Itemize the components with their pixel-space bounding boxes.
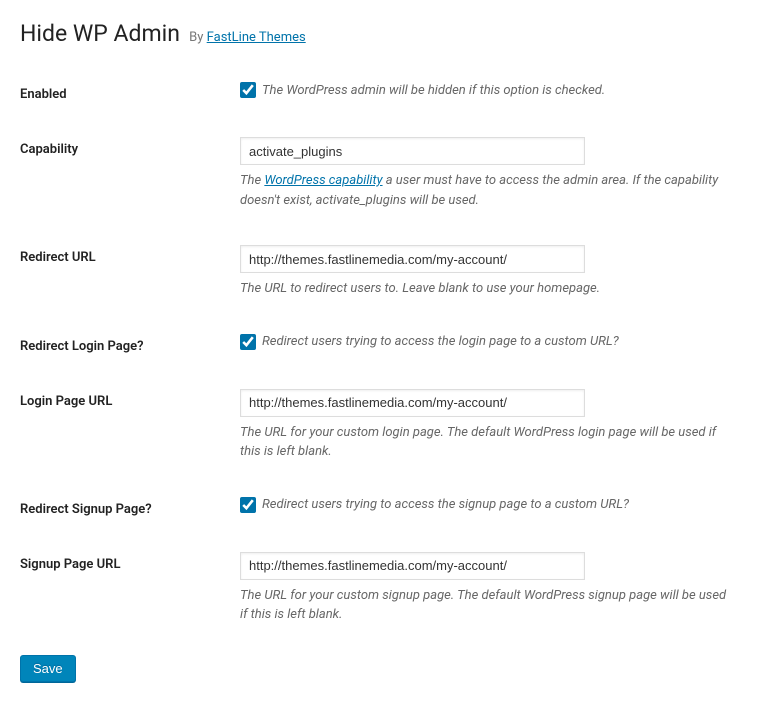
redirect-signup-checkbox[interactable] — [240, 497, 256, 513]
login-page-url-description: The URL for your custom login page. The … — [240, 423, 730, 462]
enabled-help: The WordPress admin will be hidden if th… — [262, 83, 605, 98]
redirect-signup-label: Redirect Signup Page? — [20, 482, 240, 537]
wp-capability-link[interactable]: WordPress capability — [264, 173, 382, 188]
redirect-login-label: Redirect Login Page? — [20, 319, 240, 374]
settings-form: Enabled The WordPress admin will be hidd… — [20, 67, 742, 645]
enabled-label: Enabled — [20, 67, 240, 122]
capability-description: The WordPress capability a user must hav… — [240, 171, 730, 210]
page-title: Hide WP Admin — [20, 20, 180, 47]
signup-page-url-label: Signup Page URL — [20, 537, 240, 645]
login-page-url-label: Login Page URL — [20, 374, 240, 482]
page-byline: By FastLine Themes — [189, 30, 306, 45]
enabled-checkbox[interactable] — [240, 82, 256, 98]
signup-page-url-input[interactable] — [240, 552, 585, 580]
capability-input[interactable] — [240, 137, 585, 165]
signup-page-url-description: The URL for your custom signup page. The… — [240, 586, 730, 625]
login-page-url-input[interactable] — [240, 389, 585, 417]
page-header: Hide WP Admin By FastLine Themes — [20, 20, 742, 47]
redirect-url-input[interactable] — [240, 245, 585, 273]
capability-label: Capability — [20, 122, 240, 230]
redirect-url-label: Redirect URL — [20, 230, 240, 319]
redirect-login-help: Redirect users trying to access the logi… — [262, 334, 619, 349]
redirect-url-description: The URL to redirect users to. Leave blan… — [240, 279, 730, 299]
save-button[interactable]: Save — [20, 655, 76, 682]
redirect-login-checkbox[interactable] — [240, 334, 256, 350]
author-link[interactable]: FastLine Themes — [207, 30, 306, 45]
redirect-signup-help: Redirect users trying to access the sign… — [262, 497, 629, 512]
